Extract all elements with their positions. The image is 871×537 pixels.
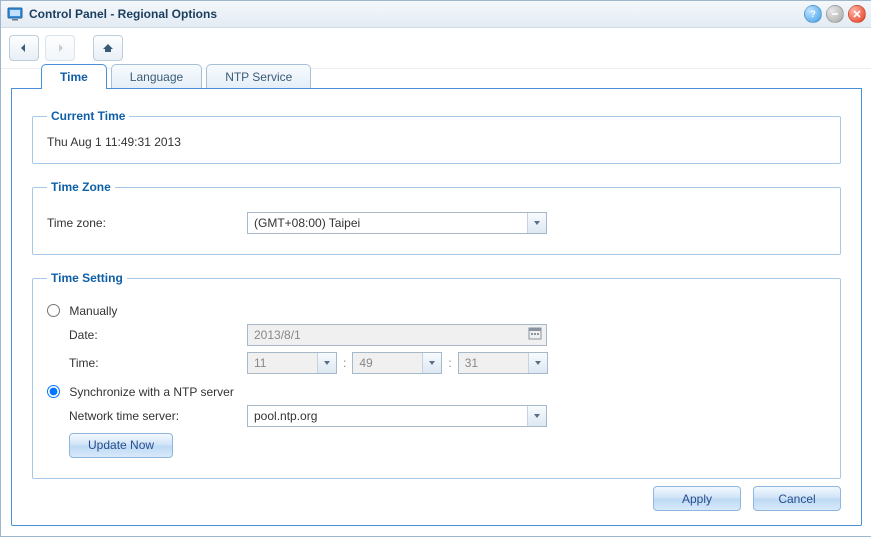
date-input[interactable]: 2013/8/1 xyxy=(247,324,547,346)
legend-timezone: Time Zone xyxy=(47,180,115,194)
apply-button[interactable]: Apply xyxy=(653,486,741,511)
label-date: Date: xyxy=(69,328,247,342)
chevron-down-icon xyxy=(317,353,336,373)
tab-strip: Time Language NTP Service xyxy=(41,63,862,88)
radio-manually-label: Manually xyxy=(69,304,117,318)
svg-text:?: ? xyxy=(810,9,816,19)
content-area: Time Language NTP Service Current Time T… xyxy=(11,63,862,526)
close-button[interactable] xyxy=(848,5,866,23)
fieldset-timezone: Time Zone Time zone: (GMT+08:00) Taipei xyxy=(32,180,841,255)
date-value: 2013/8/1 xyxy=(254,328,528,342)
cancel-button[interactable]: Cancel xyxy=(753,486,841,511)
tab-panel-time: Current Time Thu Aug 1 11:49:31 2013 Tim… xyxy=(11,88,862,526)
radio-manually-input[interactable] xyxy=(47,304,60,317)
hour-value: 11 xyxy=(248,356,317,370)
help-button[interactable]: ? xyxy=(804,5,822,23)
time-separator: : xyxy=(343,356,346,370)
titlebar: Control Panel - Regional Options ? xyxy=(1,1,871,28)
radio-ntp-input[interactable] xyxy=(47,385,60,398)
minute-value: 49 xyxy=(353,356,422,370)
ntp-server-combo[interactable]: pool.ntp.org xyxy=(247,405,547,427)
chevron-down-icon xyxy=(527,213,546,233)
app-icon xyxy=(7,6,23,22)
home-button[interactable] xyxy=(93,35,123,61)
back-button[interactable] xyxy=(9,35,39,61)
timezone-value: (GMT+08:00) Taipei xyxy=(254,216,527,230)
timezone-select[interactable]: (GMT+08:00) Taipei xyxy=(247,212,547,234)
update-now-button[interactable]: Update Now xyxy=(69,433,173,458)
label-timezone: Time zone: xyxy=(47,216,247,230)
tab-time[interactable]: Time xyxy=(41,64,107,89)
tab-language[interactable]: Language xyxy=(111,64,202,89)
hour-select[interactable]: 11 xyxy=(247,352,337,374)
chevron-down-icon xyxy=(527,406,546,426)
forward-button[interactable] xyxy=(45,35,75,61)
current-time-value: Thu Aug 1 11:49:31 2013 xyxy=(47,135,826,149)
minimize-button[interactable] xyxy=(826,5,844,23)
chevron-down-icon xyxy=(528,353,547,373)
footer-buttons: Apply Cancel xyxy=(653,486,841,511)
tab-ntp-service[interactable]: NTP Service xyxy=(206,64,311,89)
label-ntp-server: Network time server: xyxy=(69,409,247,423)
legend-time-setting: Time Setting xyxy=(47,271,127,285)
ntp-server-value: pool.ntp.org xyxy=(254,409,527,423)
minute-select[interactable]: 49 xyxy=(352,352,442,374)
radio-ntp[interactable]: Synchronize with a NTP server xyxy=(47,384,234,399)
chevron-down-icon xyxy=(422,353,441,373)
window: Control Panel - Regional Options ? Time … xyxy=(0,0,871,537)
second-select[interactable]: 31 xyxy=(458,352,548,374)
radio-ntp-label: Synchronize with a NTP server xyxy=(69,385,234,399)
radio-manually[interactable]: Manually xyxy=(47,303,117,318)
fieldset-current-time: Current Time Thu Aug 1 11:49:31 2013 xyxy=(32,109,841,164)
calendar-icon xyxy=(528,326,546,343)
label-time: Time: xyxy=(69,356,247,370)
window-title: Control Panel - Regional Options xyxy=(29,7,217,21)
fieldset-time-setting: Time Setting Manually Date: 2013/8/1 xyxy=(32,271,841,479)
legend-current-time: Current Time xyxy=(47,109,129,123)
time-separator: : xyxy=(448,356,451,370)
second-value: 31 xyxy=(459,356,528,370)
